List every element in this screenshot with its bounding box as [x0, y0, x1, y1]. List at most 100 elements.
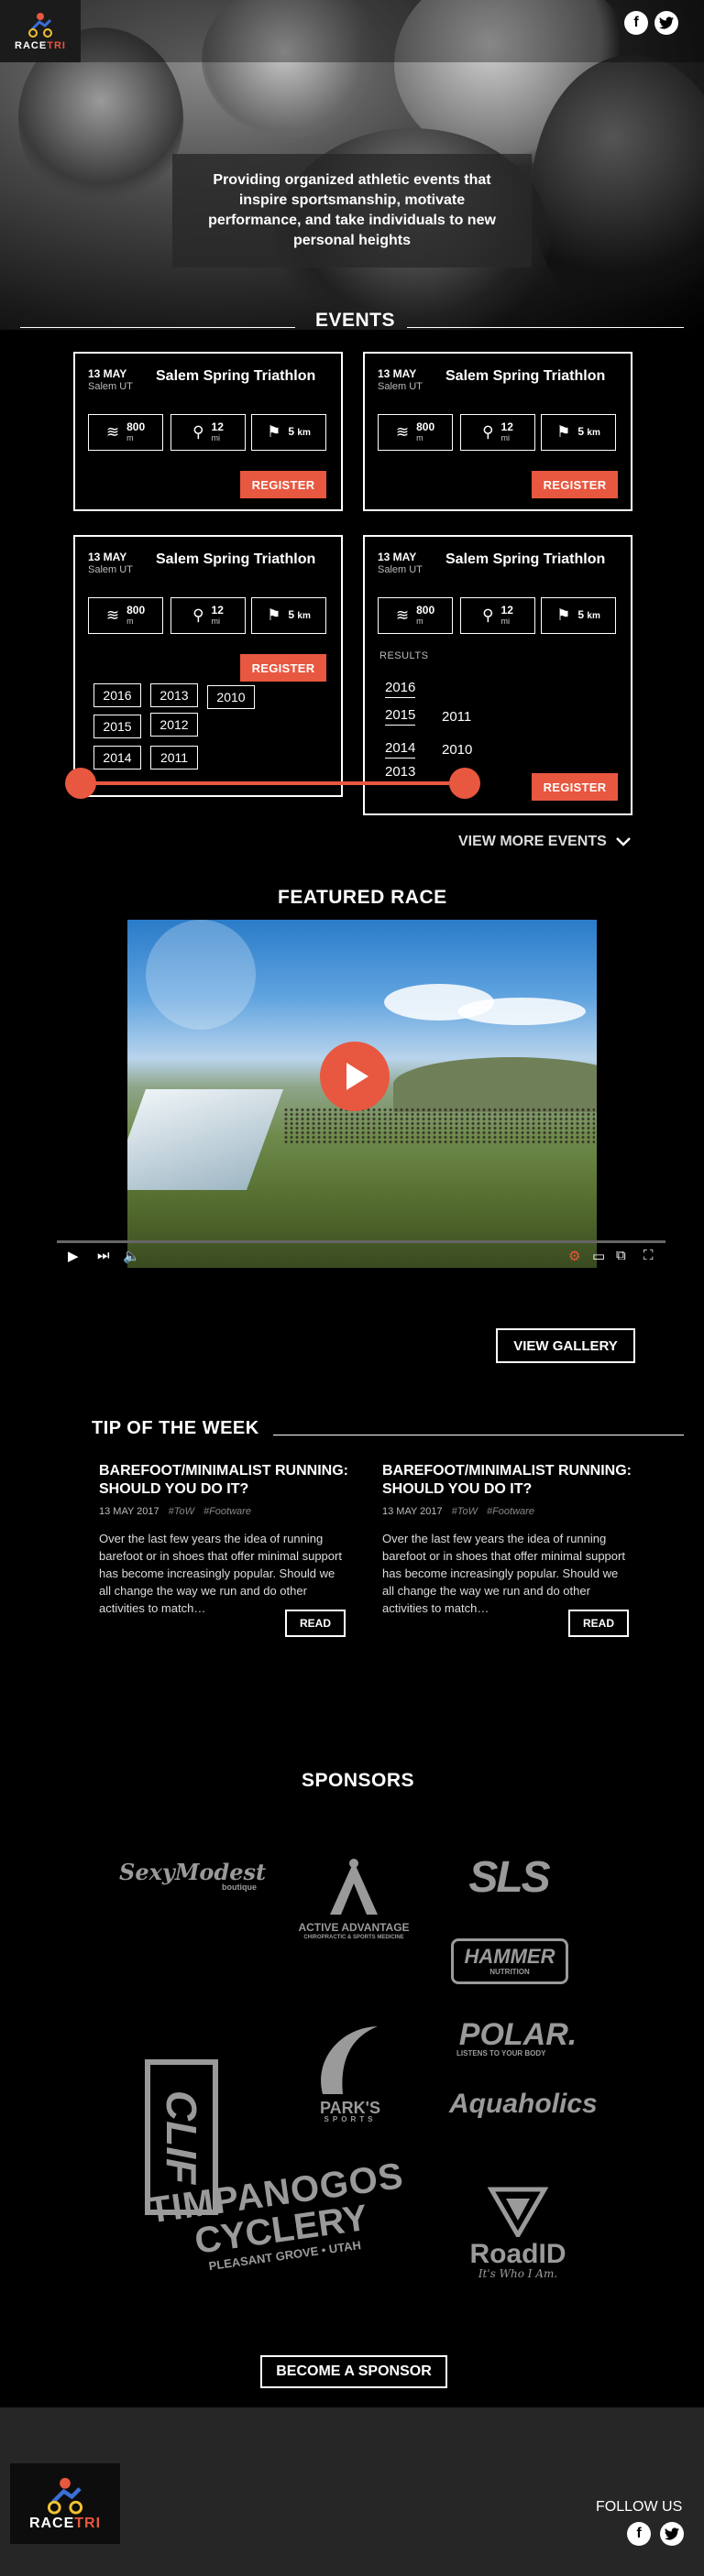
event-date: 13 MAY: [378, 367, 417, 380]
event-card: 13 MAY Salem UT Salem Spring Triathlon ≋…: [73, 535, 343, 797]
bike-icon: ⚲: [482, 423, 494, 441]
event-location: Salem UT: [378, 381, 423, 392]
sponsor-logo-aquaholics[interactable]: Aquaholics: [449, 2090, 598, 2118]
swim-icon: ≋: [105, 606, 120, 624]
year-option[interactable]: 2015: [94, 715, 141, 738]
view-gallery-button[interactable]: VIEW GALLERY: [496, 1328, 635, 1363]
event-date: 13 MAY: [88, 367, 127, 380]
register-button[interactable]: REGISTER: [240, 654, 326, 682]
results-label: RESULTS: [380, 650, 429, 661]
facebook-icon[interactable]: f: [627, 2522, 651, 2546]
event-location: Salem UT: [88, 564, 133, 575]
register-button[interactable]: REGISTER: [532, 471, 618, 498]
run-stat: ⚑ 5 km: [541, 597, 616, 634]
parks-mark: [321, 2026, 378, 2094]
bike-icon: ⚲: [482, 606, 494, 624]
run-icon: ⚑: [267, 423, 281, 441]
featured-race-title: FEATURED RACE: [278, 887, 447, 908]
top-bar: [0, 0, 704, 62]
subtitles-icon[interactable]: ▭: [592, 1248, 605, 1264]
triathlete-logo-icon: [28, 13, 52, 38]
next-icon[interactable]: ⏭: [97, 1248, 110, 1263]
event-name: Salem Spring Triathlon: [156, 551, 316, 567]
bike-stat: ⚲ 12 mi: [460, 414, 535, 451]
view-more-events-link[interactable]: VIEW MORE EVENTS: [458, 834, 631, 850]
run-icon: ⚑: [556, 606, 571, 624]
footer-logo[interactable]: RACETRI: [10, 2463, 120, 2544]
tip-excerpt: Over the last few years the idea of runn…: [382, 1532, 625, 1615]
sponsors-title: SPONSORS: [302, 1770, 415, 1791]
bike-icon: ⚲: [192, 423, 204, 441]
year-option[interactable]: 2016: [94, 683, 141, 707]
cloud-graphic: [457, 998, 586, 1025]
settings-icon[interactable]: ⚙: [568, 1248, 580, 1264]
play-button[interactable]: [320, 1042, 390, 1111]
event-date: 13 MAY: [378, 551, 417, 563]
sponsor-logo-sls[interactable]: SLS: [440, 1856, 578, 1900]
read-button[interactable]: READ: [568, 1610, 629, 1637]
register-button[interactable]: REGISTER: [532, 773, 618, 801]
shore-graphic: [127, 1089, 284, 1190]
volume-icon[interactable]: 🔈: [123, 1248, 140, 1264]
crowd-graphic: [283, 1108, 595, 1144]
result-year[interactable]: 2015: [385, 707, 416, 726]
events-title: EVENTS: [315, 310, 396, 331]
tip-title[interactable]: BAREFOOT/MINIMALIST RUNNING: SHOULD YOU …: [382, 1462, 648, 1499]
result-year[interactable]: 2016: [385, 680, 416, 698]
tip-meta: 13 MAY 2017 #ToW #Footware: [382, 1506, 534, 1517]
fullscreen-icon[interactable]: ⛶: [644, 1248, 654, 1263]
play-icon: [346, 1063, 368, 1090]
tip-title[interactable]: BAREFOOT/MINIMALIST RUNNING: SHOULD YOU …: [99, 1462, 365, 1499]
bike-icon: ⚲: [192, 606, 204, 624]
bike-stat: ⚲ 12 mi: [170, 414, 246, 451]
result-year[interactable]: 2013: [385, 764, 416, 782]
result-year[interactable]: 2010: [442, 742, 472, 758]
sponsor-logo-roadid[interactable]: RoadID It's Who I Am.: [449, 2186, 587, 2279]
hills-graphic: [393, 1057, 597, 1112]
run-icon: ⚑: [556, 423, 571, 441]
year-option[interactable]: 2014: [94, 746, 141, 770]
sponsor-logo-active-advantage[interactable]: ACTIVE ADVANTAGE CHIROPRACTIC & SPORTS M…: [282, 1858, 425, 1940]
result-year[interactable]: 2011: [442, 709, 471, 725]
year-option[interactable]: 2013: [150, 683, 198, 707]
year-option[interactable]: 2010: [207, 685, 255, 709]
bird-icon: [665, 2527, 679, 2540]
run-stat: ⚑ 5 km: [541, 414, 616, 451]
facebook-icon[interactable]: f: [624, 11, 648, 35]
result-year[interactable]: 2014: [385, 740, 416, 759]
cast-icon[interactable]: ⧉: [616, 1248, 626, 1263]
run-icon: ⚑: [267, 606, 281, 624]
run-stat: ⚑ 5 km: [251, 414, 326, 451]
slider-handle-right[interactable]: [449, 768, 480, 799]
follow-us-label: FOLLOW US: [596, 2499, 683, 2515]
year-option[interactable]: 2012: [150, 713, 198, 737]
event-name: Salem Spring Triathlon: [446, 551, 606, 567]
become-sponsor-button[interactable]: BECOME A SPONSOR: [260, 2355, 447, 2388]
event-card: 13 MAY Salem UT Salem Spring Triathlon ≋…: [363, 535, 632, 815]
event-location: Salem UT: [378, 564, 423, 575]
read-button[interactable]: READ: [285, 1610, 346, 1637]
twitter-icon[interactable]: [660, 2522, 684, 2546]
swim-icon: ≋: [105, 423, 120, 441]
sponsor-logo-hammer[interactable]: HAMMER NUTRITION: [451, 1938, 568, 1984]
year-range-slider[interactable]: [81, 781, 464, 785]
sponsor-logo-sexy-modest[interactable]: SexyModest boutique: [119, 1861, 266, 1892]
play-icon[interactable]: ▶: [68, 1248, 79, 1264]
event-name: Salem Spring Triathlon: [446, 368, 606, 384]
register-button[interactable]: REGISTER: [240, 471, 326, 498]
divider: [20, 327, 295, 328]
event-card: 13 MAY Salem UT Salem Spring Triathlon ≋…: [363, 352, 632, 511]
slider-handle-left[interactable]: [65, 768, 96, 799]
logo[interactable]: RACETRI: [0, 0, 81, 62]
video-progress-bar[interactable]: [57, 1240, 666, 1243]
twitter-icon[interactable]: [654, 11, 678, 35]
event-date: 13 MAY: [88, 551, 127, 563]
sponsor-logo-polar[interactable]: POLAR. LISTENS TO YOUR BODY: [449, 2019, 587, 2058]
event-name: Salem Spring Triathlon: [156, 368, 316, 384]
bike-stat: ⚲ 12 mi: [170, 597, 246, 634]
year-option[interactable]: 2011: [150, 746, 198, 770]
tip-meta: 13 MAY 2017 #ToW #Footware: [99, 1506, 251, 1517]
logo-text: RACETRI: [15, 40, 66, 51]
sponsor-logo-parks[interactable]: PARK'S SPORTS: [295, 2023, 405, 2123]
tip-of-the-week-title: TIP OF THE WEEK: [92, 1418, 259, 1438]
